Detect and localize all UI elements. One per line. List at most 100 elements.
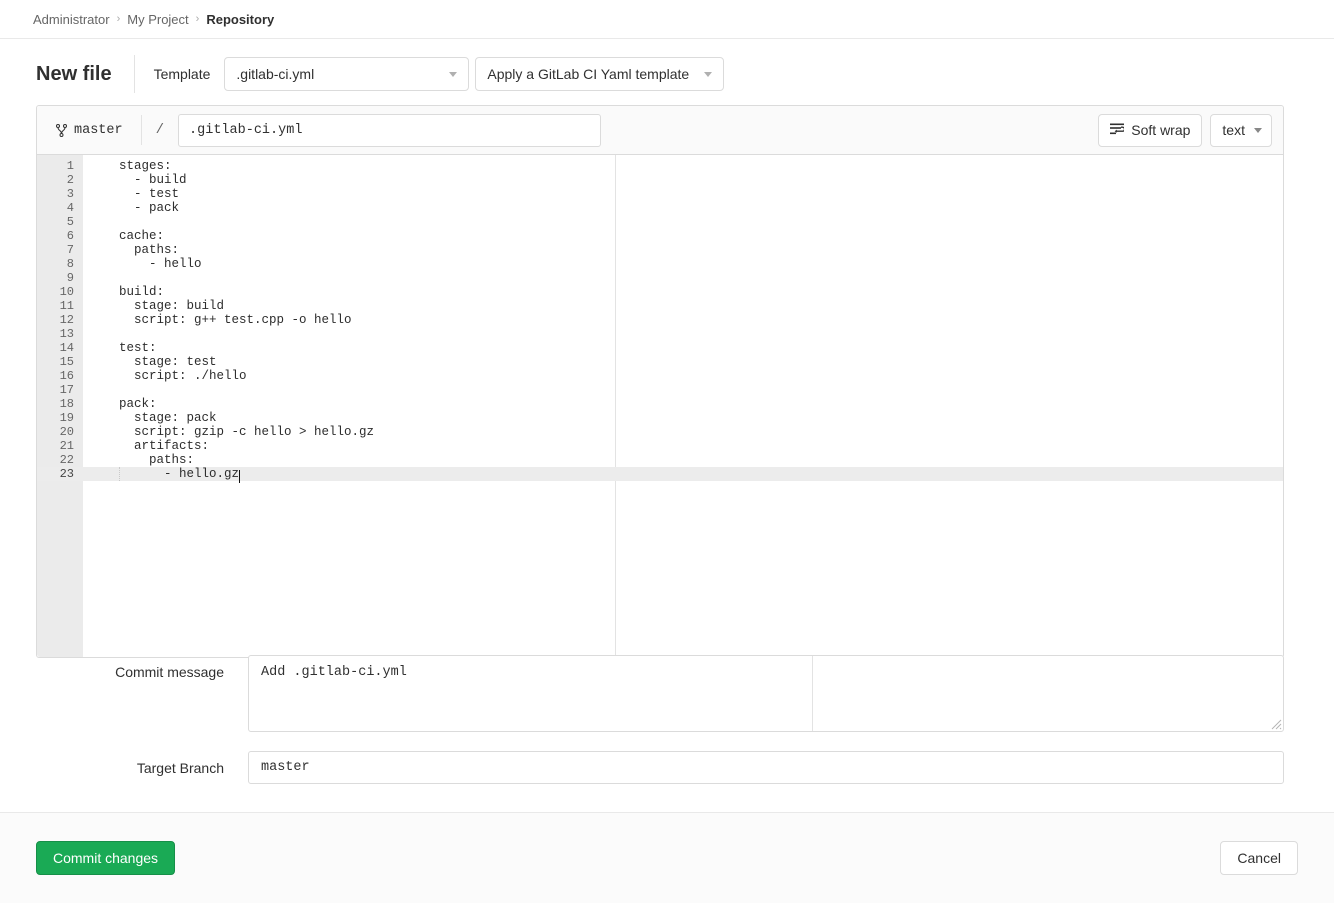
line-number: 9 xyxy=(37,271,83,285)
line-text: - pack xyxy=(83,201,179,215)
cancel-button[interactable]: Cancel xyxy=(1220,841,1298,875)
soft-wrap-label: Soft wrap xyxy=(1131,122,1190,138)
line-text: - hello.gz xyxy=(83,467,240,481)
new-file-page: Administrator › My Project › Repository … xyxy=(0,0,1334,903)
line-number: 23 xyxy=(37,467,83,481)
branch-indicator: master xyxy=(37,123,123,138)
code-line[interactable]: 19 stage: pack xyxy=(37,411,1283,425)
line-number: 8 xyxy=(37,257,83,271)
line-text: stage: test xyxy=(83,355,217,369)
page-header: New file Template .gitlab-ci.yml Apply a… xyxy=(0,39,1334,108)
line-text: - hello xyxy=(83,257,202,271)
code-line[interactable]: 2 - build xyxy=(37,173,1283,187)
line-number: 2 xyxy=(37,173,83,187)
editor-toolbar: master / Soft wrap xyxy=(37,106,1283,155)
code-line[interactable]: 10build: xyxy=(37,285,1283,299)
soft-wrap-icon xyxy=(1110,122,1124,138)
line-number: 1 xyxy=(37,159,83,173)
code-line[interactable]: 3 - test xyxy=(37,187,1283,201)
line-number: 18 xyxy=(37,397,83,411)
code-line[interactable]: 15 stage: test xyxy=(37,355,1283,369)
line-text: script: g++ test.cpp -o hello xyxy=(83,313,352,327)
template-type-value: Apply a GitLab CI Yaml template xyxy=(487,66,689,82)
line-number: 6 xyxy=(37,229,83,243)
code-line[interactable]: 7 paths: xyxy=(37,243,1283,257)
code-line[interactable]: 6cache: xyxy=(37,229,1283,243)
target-branch-row: Target Branch xyxy=(0,751,1334,784)
template-type-select[interactable]: Apply a GitLab CI Yaml template xyxy=(475,57,724,91)
line-number: 3 xyxy=(37,187,83,201)
code-line[interactable]: 23 - hello.gz xyxy=(37,467,1283,481)
code-line[interactable]: 4 - pack xyxy=(37,201,1283,215)
target-branch-input[interactable] xyxy=(248,751,1284,784)
line-text: - test xyxy=(83,187,179,201)
code-line[interactable]: 5 xyxy=(37,215,1283,229)
editor-mode-select[interactable]: text xyxy=(1210,114,1272,147)
chevron-down-icon xyxy=(704,72,712,77)
chevron-down-icon xyxy=(449,72,457,77)
line-number: 21 xyxy=(37,439,83,453)
line-text: build: xyxy=(83,285,164,299)
commit-message-wrapper xyxy=(248,655,1284,732)
commit-message-input[interactable] xyxy=(248,655,1284,732)
breadcrumb: Administrator › My Project › Repository xyxy=(0,0,1334,39)
code-line[interactable]: 22 paths: xyxy=(37,453,1283,467)
line-text: stages: xyxy=(83,159,172,173)
commit-form: Commit message Target Branch xyxy=(0,655,1334,784)
commit-changes-button[interactable]: Commit changes xyxy=(36,841,175,875)
file-name-input[interactable] xyxy=(178,114,601,147)
line-text: artifacts: xyxy=(83,439,209,453)
code-line[interactable]: 12 script: g++ test.cpp -o hello xyxy=(37,313,1283,327)
line-text: stage: pack xyxy=(83,411,217,425)
line-text: test: xyxy=(83,341,157,355)
branch-icon xyxy=(56,124,67,137)
breadcrumb-item-administrator[interactable]: Administrator xyxy=(33,12,110,27)
line-text: cache: xyxy=(83,229,164,243)
code-line[interactable]: 16 script: ./hello xyxy=(37,369,1283,383)
line-text: pack: xyxy=(83,397,157,411)
code-line[interactable]: 18pack: xyxy=(37,397,1283,411)
code-line[interactable]: 14test: xyxy=(37,341,1283,355)
commit-message-row: Commit message xyxy=(0,655,1334,732)
line-number: 19 xyxy=(37,411,83,425)
editor-toolbar-actions: Soft wrap text xyxy=(1098,114,1272,147)
file-editor: master / Soft wrap xyxy=(36,105,1284,658)
line-text: script: ./hello xyxy=(83,369,247,383)
editor-mode-label: text xyxy=(1222,122,1245,138)
code-line[interactable]: 21 artifacts: xyxy=(37,439,1283,453)
line-number: 20 xyxy=(37,425,83,439)
code-line[interactable]: 20 script: gzip -c hello > hello.gz xyxy=(37,425,1283,439)
code-line[interactable]: 17 xyxy=(37,383,1283,397)
target-branch-label: Target Branch xyxy=(36,751,248,776)
line-number: 13 xyxy=(37,327,83,341)
soft-wrap-button[interactable]: Soft wrap xyxy=(1098,114,1202,147)
breadcrumb-item-my-project[interactable]: My Project xyxy=(127,12,188,27)
line-number: 5 xyxy=(37,215,83,229)
line-number: 4 xyxy=(37,201,83,215)
template-name-select[interactable]: .gitlab-ci.yml xyxy=(224,57,469,91)
chevron-down-icon xyxy=(1254,128,1262,133)
line-number: 11 xyxy=(37,299,83,313)
line-number: 7 xyxy=(37,243,83,257)
breadcrumb-separator: › xyxy=(196,13,200,25)
code-lines[interactable]: 1stages:2 - build3 - test4 - pack56cache… xyxy=(37,159,1283,481)
line-number: 12 xyxy=(37,313,83,327)
code-editor-area[interactable]: 1stages:2 - build3 - test4 - pack56cache… xyxy=(37,155,1283,657)
line-text: paths: xyxy=(83,243,179,257)
line-text: script: gzip -c hello > hello.gz xyxy=(83,425,374,439)
line-number: 16 xyxy=(37,369,83,383)
line-number: 10 xyxy=(37,285,83,299)
breadcrumb-item-repository[interactable]: Repository xyxy=(206,12,274,27)
code-line[interactable]: 9 xyxy=(37,271,1283,285)
code-line[interactable]: 13 xyxy=(37,327,1283,341)
line-number: 14 xyxy=(37,341,83,355)
line-number: 15 xyxy=(37,355,83,369)
code-line[interactable]: 11 stage: build xyxy=(37,299,1283,313)
template-label: Template xyxy=(135,66,225,82)
line-number: 17 xyxy=(37,383,83,397)
code-line[interactable]: 1stages: xyxy=(37,159,1283,173)
template-name-value: .gitlab-ci.yml xyxy=(236,66,314,82)
line-text: stage: build xyxy=(83,299,224,313)
text-cursor xyxy=(239,470,240,483)
code-line[interactable]: 8 - hello xyxy=(37,257,1283,271)
